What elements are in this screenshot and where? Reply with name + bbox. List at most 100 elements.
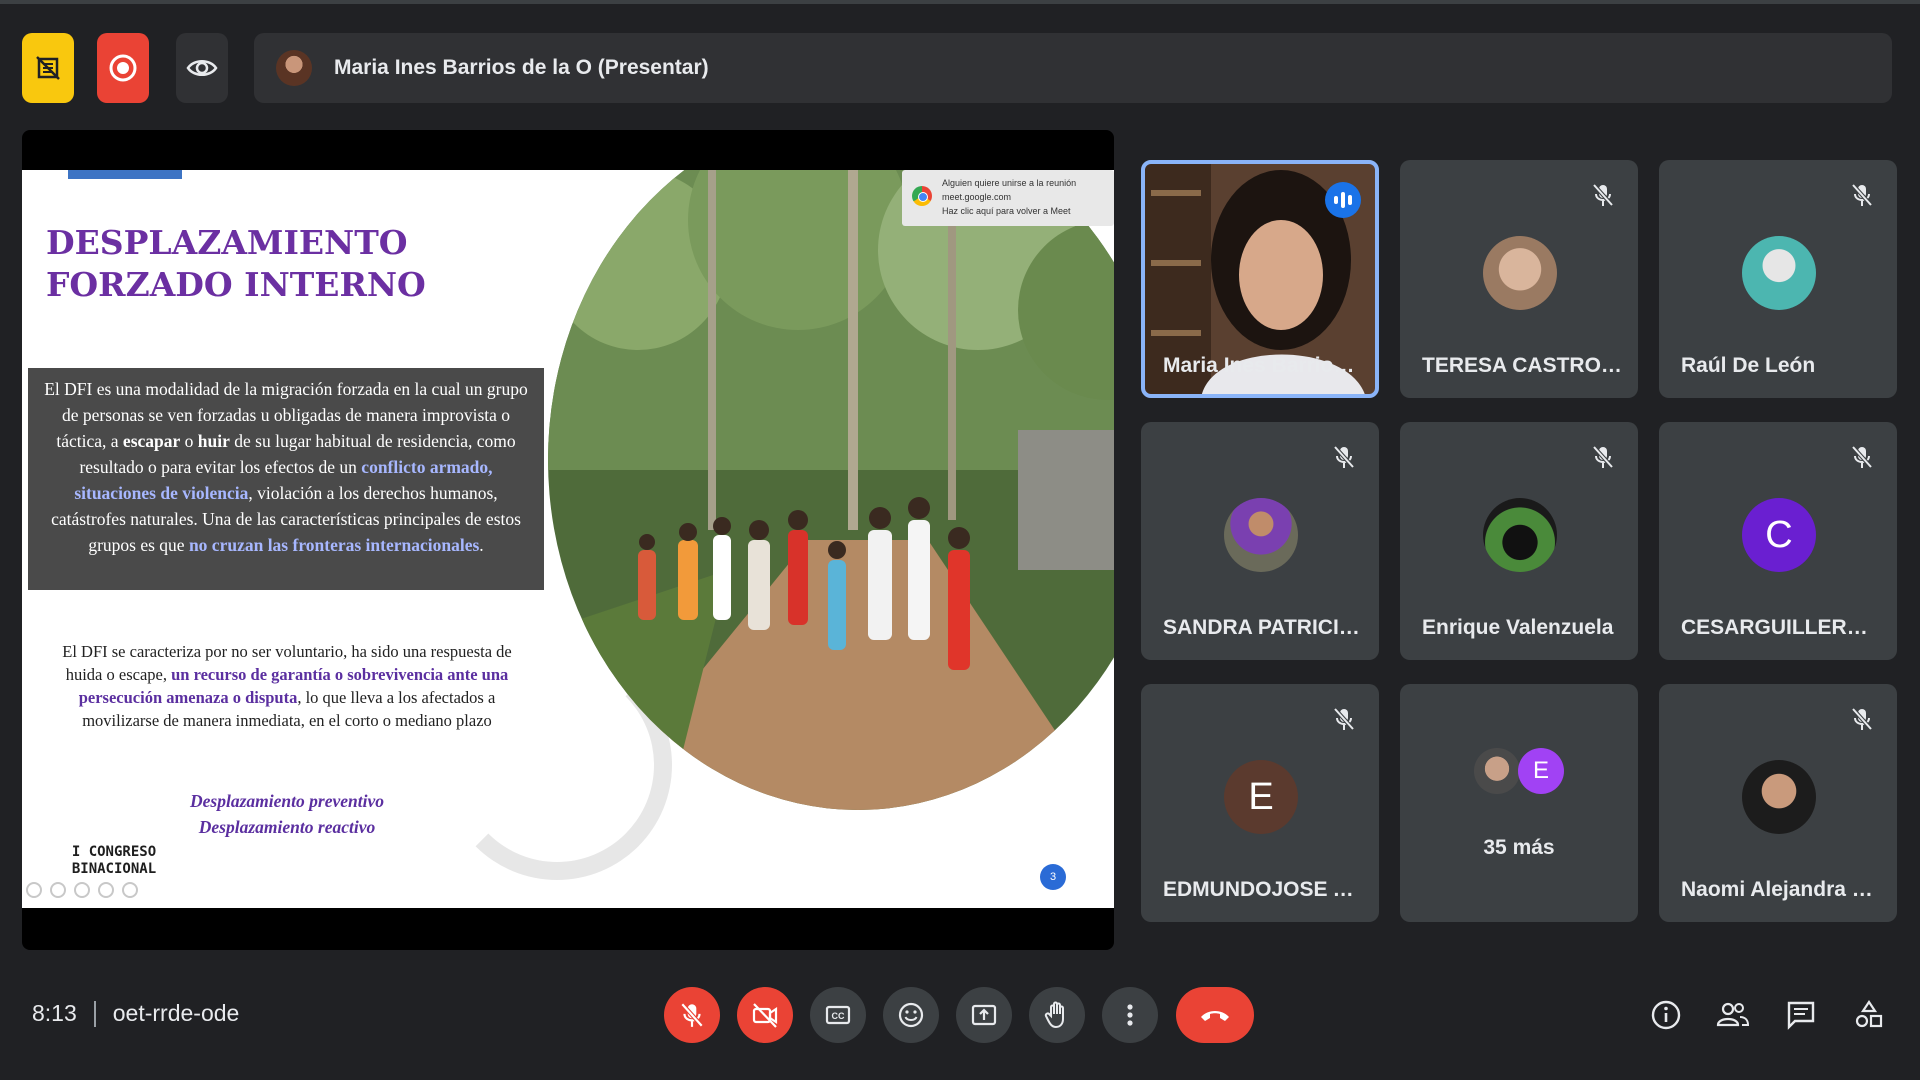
participant-name: Enrique Valenzuela	[1422, 616, 1614, 639]
presenter-name: Maria Ines Barrios de la O (Presentar)	[334, 56, 709, 79]
more-participants-count: 35 más	[1483, 836, 1555, 859]
participant-name: CESARGUILLERMO...	[1681, 616, 1883, 639]
participant-name: SANDRA PATRICIA ...	[1163, 616, 1365, 639]
avatar-initial: E	[1224, 760, 1298, 834]
raise-hand-icon	[1044, 1001, 1064, 1029]
participant-name: Maria Ines Barrios ...	[1163, 354, 1365, 377]
type-reactivo: Desplazamiento reactivo	[198, 817, 376, 837]
meeting-time: 8:13	[32, 1000, 77, 1026]
toast-message: Alguien quiere unirse a la reunión	[942, 178, 1077, 188]
activities-button[interactable]	[1850, 996, 1888, 1034]
people-icon	[1716, 1002, 1750, 1027]
definition-box: El DFI es una modalidad de la migración …	[28, 368, 544, 590]
slide-prev-icon[interactable]	[26, 882, 42, 898]
shared-screen[interactable]: DESPLAZAMIENTO FORZADO INTERNO El DFI es…	[22, 130, 1114, 950]
definition-bold-escapar: escapar	[122, 431, 181, 451]
window-top-edge	[0, 0, 1920, 4]
logo-line-2: BINACIONAL	[71, 861, 157, 877]
presenter-banner[interactable]: Maria Ines Barrios de la O (Presentar)	[254, 33, 1892, 103]
info-icon	[1651, 1000, 1681, 1030]
presentation-slide: DESPLAZAMIENTO FORZADO INTERNO El DFI es…	[22, 170, 1114, 908]
slide-page-indicator: 3	[1040, 864, 1066, 890]
join-request-toast[interactable]: Alguien quiere unirse a la reunión meet.…	[902, 170, 1114, 226]
mic-toggle-button[interactable]	[664, 987, 720, 1043]
logo-line-1: I CONGRESO	[71, 844, 157, 860]
slide-pen-icon[interactable]	[50, 882, 66, 898]
divider	[93, 1000, 96, 1027]
emoji-button[interactable]	[883, 987, 939, 1043]
slide-accent-bar	[68, 170, 182, 179]
congreso-logo: I CONGRESO BINACIONAL	[66, 844, 162, 878]
slide-zoom-icon[interactable]	[98, 882, 114, 898]
meeting-details-button[interactable]	[1647, 996, 1685, 1034]
slide-navigation[interactable]	[26, 882, 138, 898]
participant-tile-raul[interactable]: Raúl De León	[1659, 160, 1897, 398]
end-call-button[interactable]	[1176, 987, 1254, 1043]
avatar-initial: C	[1742, 498, 1816, 572]
slide-title: DESPLAZAMIENTO FORZADO INTERNO	[46, 223, 426, 304]
raise-hand-button[interactable]	[1029, 987, 1085, 1043]
participant-tile-naomi[interactable]: Naomi Alejandra G...	[1659, 684, 1897, 922]
avatar	[1224, 498, 1298, 572]
emoji-icon	[898, 1002, 924, 1028]
end-call-icon	[1201, 1011, 1229, 1021]
more-options-button[interactable]	[1102, 987, 1158, 1043]
eye-icon	[186, 60, 218, 76]
record-button[interactable]	[97, 33, 149, 103]
more-vert-icon	[1127, 1004, 1133, 1026]
participant-tile-enrique[interactable]: Enrique Valenzuela	[1400, 422, 1638, 660]
present-screen-button[interactable]	[956, 987, 1012, 1043]
chat-button[interactable]	[1782, 996, 1820, 1034]
participant-tile-teresa[interactable]: TERESA CASTRO M...	[1400, 160, 1638, 398]
definition-text: o	[180, 431, 198, 451]
slide-next-icon[interactable]	[122, 882, 138, 898]
avatar-initial: E	[1518, 748, 1564, 794]
avatar	[1483, 236, 1557, 310]
mic-off-icon	[680, 1002, 704, 1028]
type-preventivo: Desplazamiento preventivo	[190, 791, 384, 811]
avatar	[1742, 760, 1816, 834]
no-sign-icon	[36, 56, 60, 80]
svg-text:CC: CC	[832, 1011, 845, 1021]
visibility-button[interactable]	[176, 33, 228, 103]
captions-icon: CC	[825, 1005, 851, 1025]
participant-tile-maria[interactable]: Maria Ines Barrios ...	[1141, 160, 1379, 398]
definition-bold-huir: huir	[197, 431, 230, 451]
definition-highlight: no cruzan las fronteras internacionales	[188, 535, 480, 555]
participant-name: Raúl De León	[1681, 354, 1816, 377]
participant-name: EDMUNDOJOSE A...	[1163, 878, 1365, 901]
no-sign-button[interactable]	[22, 33, 74, 103]
participant-name: TERESA CASTRO M...	[1422, 354, 1624, 377]
participant-tile-sandra[interactable]: SANDRA PATRICIA ...	[1141, 422, 1379, 660]
mic-muted-icon	[1333, 707, 1355, 731]
mic-muted-icon	[1592, 445, 1614, 469]
speaking-icon	[1325, 182, 1361, 218]
captions-button[interactable]: CC	[810, 987, 866, 1043]
present-icon	[971, 1004, 997, 1026]
mic-muted-icon	[1851, 445, 1873, 469]
camera-toggle-button[interactable]	[737, 987, 793, 1043]
mic-muted-icon	[1333, 445, 1355, 469]
mic-muted-icon	[1851, 707, 1873, 731]
chat-icon	[1787, 1001, 1815, 1030]
mic-muted-icon	[1592, 183, 1614, 207]
meeting-code: oet-rrde-ode	[112, 1000, 240, 1026]
record-icon	[109, 54, 137, 82]
mic-muted-icon	[1851, 183, 1873, 207]
people-button[interactable]	[1714, 996, 1752, 1034]
definition-text: .	[479, 535, 484, 555]
participant-name: Naomi Alejandra G...	[1681, 878, 1883, 901]
avatar	[1742, 236, 1816, 310]
meeting-info: 8:13 oet-rrde-ode	[32, 1000, 239, 1027]
chrome-icon	[912, 186, 932, 206]
participant-tile-cesar[interactable]: C CESARGUILLERMO...	[1659, 422, 1897, 660]
slide-menu-icon[interactable]	[74, 882, 90, 898]
avatar	[1474, 748, 1520, 794]
toast-action: Haz clic aquí para volver a Meet	[942, 206, 1071, 216]
activities-icon	[1855, 1000, 1883, 1028]
presenter-avatar	[276, 50, 312, 86]
participant-tile-more[interactable]: E 35 más	[1400, 684, 1638, 922]
participant-tile-edmundo[interactable]: E EDMUNDOJOSE A...	[1141, 684, 1379, 922]
avatar	[1483, 498, 1557, 572]
toast-source: meet.google.com	[942, 192, 1012, 202]
